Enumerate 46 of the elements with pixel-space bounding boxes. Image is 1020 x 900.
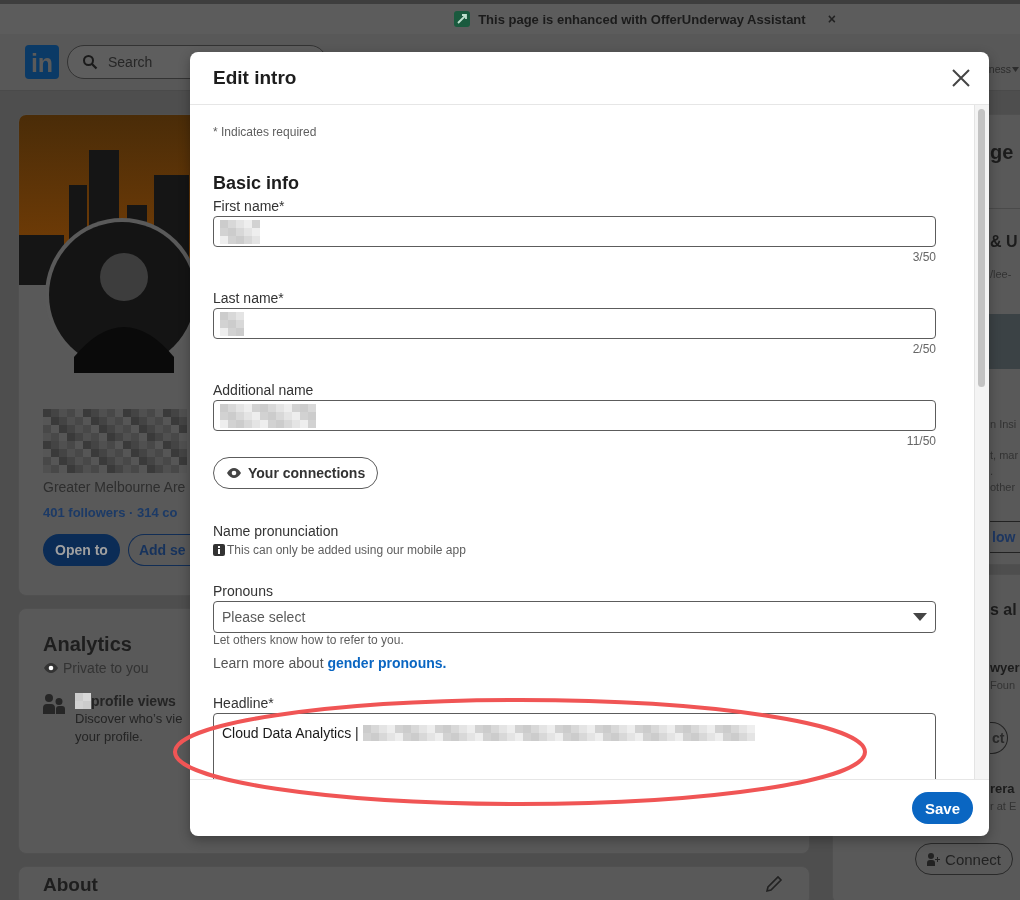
field-label: Pronouns xyxy=(213,583,273,599)
people-icon xyxy=(43,692,67,716)
headline-field[interactable]: Cloud Data Analytics | xyxy=(213,713,936,779)
character-counter: 3/50 xyxy=(912,250,936,264)
field-label: Last name* xyxy=(213,290,284,306)
field-label: Name pronunciation xyxy=(213,523,339,539)
hint-text: Let others know how to refer to you. xyxy=(213,633,404,647)
caret-icon xyxy=(913,613,927,621)
gender-pronouns-link[interactable]: gender pronouns. xyxy=(327,655,447,671)
scrollbar[interactable] xyxy=(974,105,989,779)
dialog-title: Edit intro xyxy=(213,67,297,89)
info-icon xyxy=(213,544,225,556)
section-title: Analytics xyxy=(43,633,132,656)
open-to-button[interactable]: Open to xyxy=(43,534,120,566)
pencil-icon xyxy=(765,875,783,893)
sidebar-heading: wyer xyxy=(990,659,1020,677)
field-label: Headline* xyxy=(213,695,274,711)
follow-button[interactable]: low xyxy=(990,521,1020,553)
character-counter: 11/50 xyxy=(906,434,936,448)
sidebar-heading: rera xyxy=(990,780,1015,798)
field-label: Additional name xyxy=(213,382,314,398)
sidebar-text: . xyxy=(990,464,994,479)
pixelated-blur xyxy=(75,693,91,709)
close-button[interactable]: × xyxy=(827,11,836,27)
banner-message: This page is enhanced with OfferUnderway Assistant xyxy=(478,11,806,27)
eye-icon xyxy=(43,660,59,676)
close-icon[interactable] xyxy=(951,68,971,88)
input-field[interactable] xyxy=(213,308,936,339)
sidebar-heading: s al xyxy=(990,600,1017,620)
eye-icon xyxy=(226,465,242,481)
section-title: About xyxy=(43,875,98,895)
sidebar-heading: & U xyxy=(990,232,1018,252)
input-field[interactable] xyxy=(213,400,936,431)
caret-icon xyxy=(1012,66,1019,72)
logo: in xyxy=(25,45,59,79)
learn-more-text: Learn more about gender pronouns. xyxy=(213,655,447,671)
search-icon xyxy=(82,54,98,70)
followers-link[interactable]: 401 followers · 314 co xyxy=(43,505,178,520)
visibility-button[interactable]: Your connections xyxy=(213,457,379,489)
character-counter: 2/50 xyxy=(912,342,936,356)
save-button[interactable]: Save xyxy=(911,792,973,824)
add-person-icon xyxy=(927,852,942,866)
extension-icon xyxy=(454,11,471,27)
sidebar-heading: ge xyxy=(990,140,1014,164)
info-text: This can only be added using our mobile app xyxy=(227,543,466,557)
pronouns-dropdown[interactable]: Please select xyxy=(213,601,936,633)
